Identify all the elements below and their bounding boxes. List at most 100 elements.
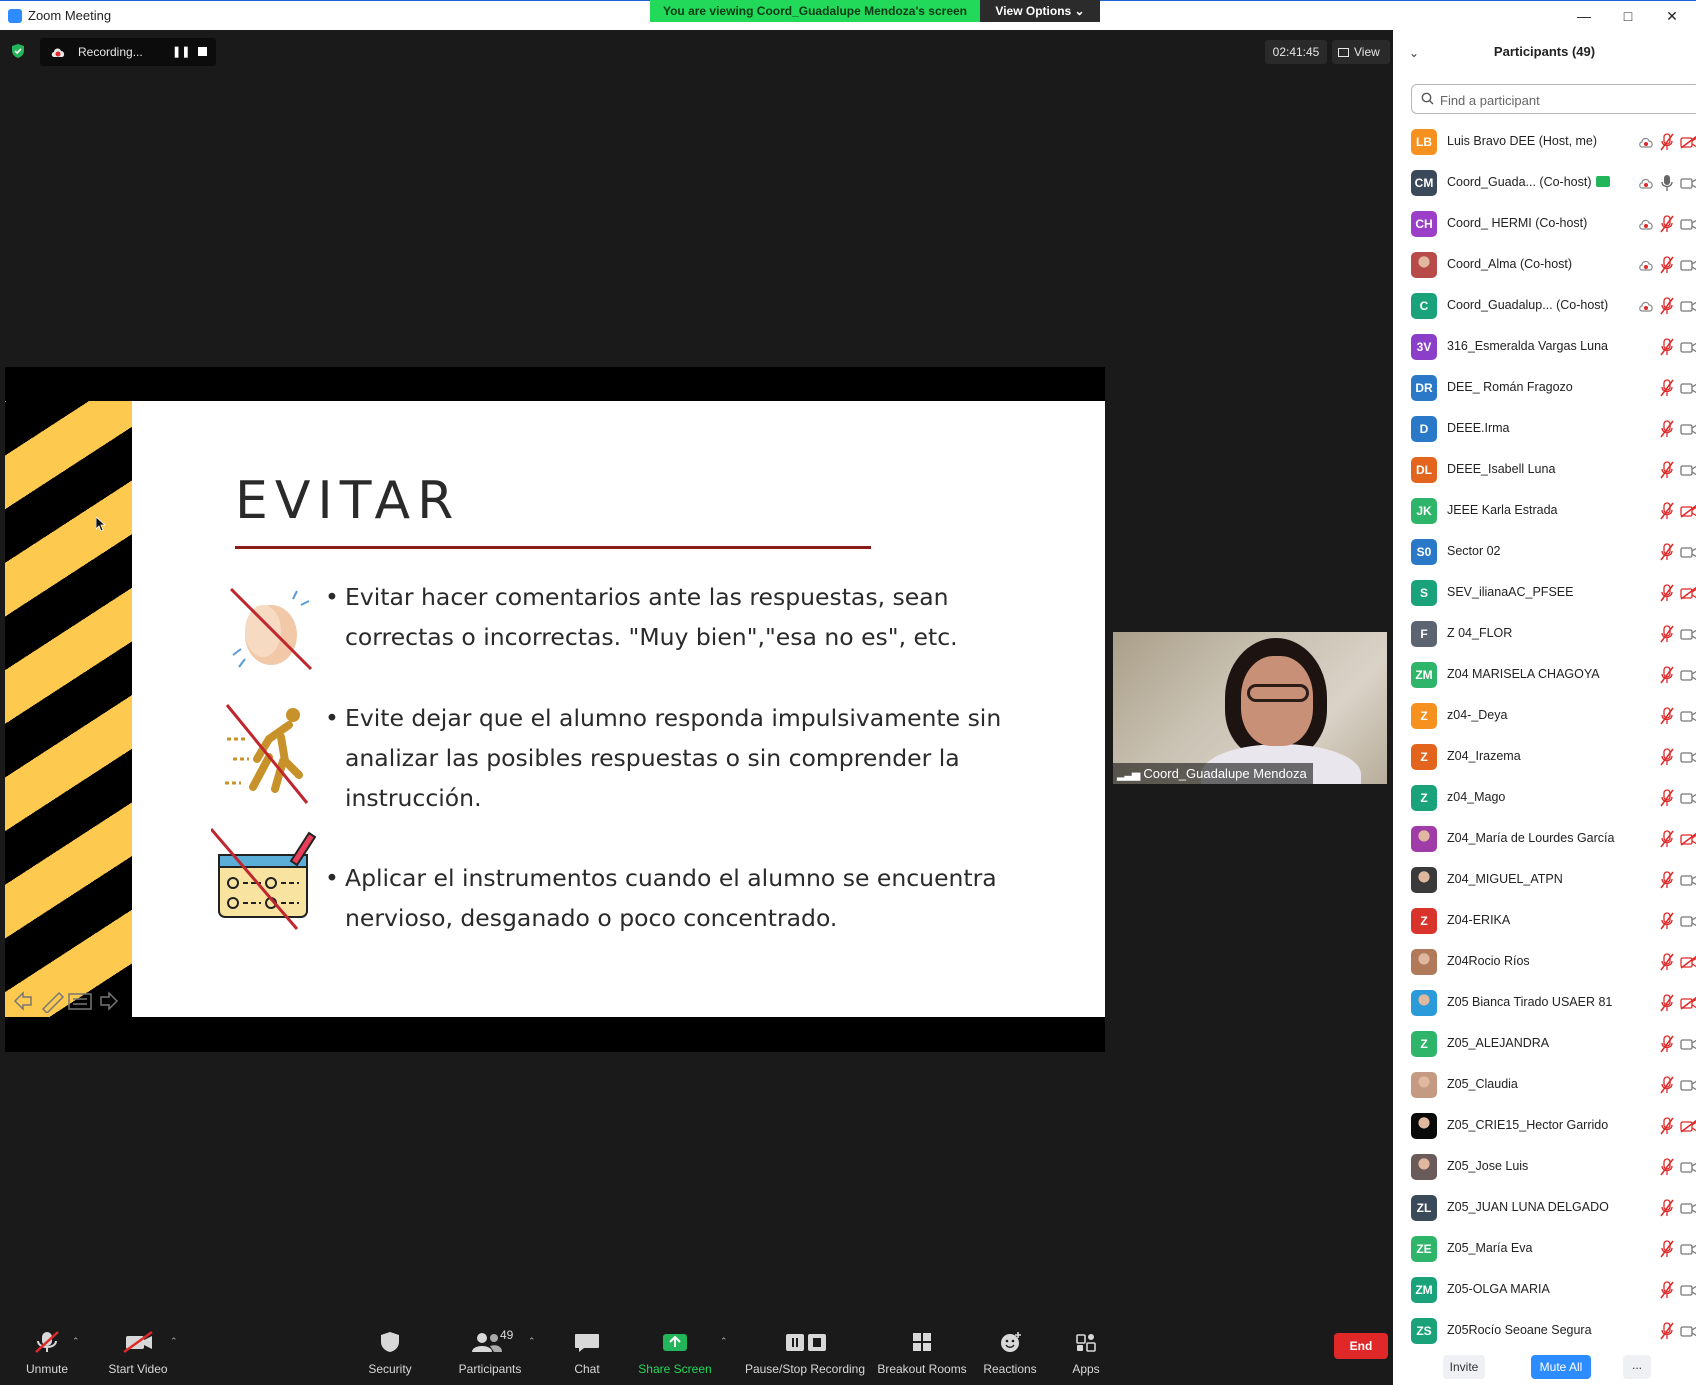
unmute-button[interactable]: Unmute (14, 1320, 80, 1385)
participant-row[interactable]: F Z 04_FLOR (1393, 614, 1696, 655)
video-icon[interactable] (1680, 258, 1696, 272)
participant-row[interactable]: Zz04-_Deya (1393, 696, 1696, 737)
video-icon[interactable] (1680, 1201, 1696, 1215)
participant-row[interactable]: Z05_Jose Luis (1393, 1147, 1696, 1188)
close-icon[interactable]: ✕ (1650, 3, 1694, 29)
muted-mic-icon[interactable] (1660, 666, 1674, 684)
video-icon[interactable] (1680, 299, 1696, 313)
mic-icon[interactable] (1660, 174, 1674, 192)
muted-mic-icon[interactable] (1660, 1199, 1674, 1217)
audio-options-caret[interactable]: ⌃ (72, 1336, 80, 1347)
muted-mic-icon[interactable] (1660, 338, 1674, 356)
participant-row[interactable]: Z04Rocio Ríos (1393, 942, 1696, 983)
muted-mic-icon[interactable] (1660, 912, 1674, 930)
participant-row[interactable]: Z05_Claudia (1393, 1065, 1696, 1106)
participant-row[interactable]: S0 Sector 02 (1393, 532, 1696, 573)
breakout-rooms-button[interactable]: Breakout Rooms (872, 1320, 972, 1385)
muted-mic-icon[interactable] (1660, 1322, 1674, 1340)
participant-row[interactable]: Zz04_Mago (1393, 778, 1696, 819)
video-icon[interactable] (1680, 340, 1696, 354)
video-icon[interactable] (1680, 627, 1696, 641)
pause-stop-recording-button[interactable]: Pause/Stop Recording (740, 1320, 870, 1385)
participant-row[interactable]: CM Coord_Guada... (Co-host) (1393, 163, 1696, 204)
encryption-shield-icon[interactable] (10, 43, 26, 59)
share-options-caret[interactable]: ⌃ (720, 1336, 728, 1347)
muted-mic-icon[interactable] (1660, 297, 1674, 315)
participant-row[interactable]: ZL Z05_JUAN LUNA DELGADO (1393, 1188, 1696, 1229)
muted-mic-icon[interactable] (1660, 1035, 1674, 1053)
participant-row[interactable]: Z Z04_Irazema (1393, 737, 1696, 778)
video-icon[interactable] (1680, 914, 1696, 928)
muted-mic-icon[interactable] (1660, 420, 1674, 438)
muted-mic-icon[interactable] (1660, 584, 1674, 602)
muted-mic-icon[interactable] (1660, 1281, 1674, 1299)
security-button[interactable]: Security (350, 1320, 430, 1385)
maximize-icon[interactable]: □ (1606, 3, 1650, 29)
participant-row[interactable]: Z05 Bianca Tirado USAER 81 (1393, 983, 1696, 1024)
participant-row[interactable]: Z04_María de Lourdes García (1393, 819, 1696, 860)
video-icon[interactable] (1680, 1324, 1696, 1338)
video-icon[interactable] (1680, 422, 1696, 436)
muted-mic-icon[interactable] (1660, 379, 1674, 397)
minimize-icon[interactable]: — (1562, 3, 1606, 29)
video-icon[interactable] (1680, 545, 1696, 559)
muted-mic-icon[interactable] (1660, 133, 1674, 151)
video-icon[interactable] (1680, 463, 1696, 477)
participant-row[interactable]: 3V 316_Esmeralda Vargas Luna (1393, 327, 1696, 368)
chat-button[interactable]: Chat (552, 1320, 622, 1385)
video-off-icon[interactable] (1680, 955, 1696, 969)
video-icon[interactable] (1680, 381, 1696, 395)
video-off-icon[interactable] (1680, 996, 1696, 1010)
video-off-icon[interactable] (1680, 135, 1696, 149)
participant-row[interactable]: JK JEEE Karla Estrada (1393, 491, 1696, 532)
muted-mic-icon[interactable] (1660, 1158, 1674, 1176)
muted-mic-icon[interactable] (1660, 543, 1674, 561)
video-off-icon[interactable] (1680, 1119, 1696, 1133)
video-icon[interactable] (1680, 668, 1696, 682)
participants-button[interactable]: 49 Participants (440, 1320, 540, 1385)
video-icon[interactable] (1680, 1160, 1696, 1174)
invite-button[interactable]: Invite (1443, 1355, 1485, 1379)
muted-mic-icon[interactable] (1660, 256, 1674, 274)
reactions-button[interactable]: Reactions (970, 1320, 1050, 1385)
participant-row[interactable]: Z05_CRIE15_Hector Garrido (1393, 1106, 1696, 1147)
muted-mic-icon[interactable] (1660, 953, 1674, 971)
video-icon[interactable] (1680, 873, 1696, 887)
share-screen-button[interactable]: Share Screen (630, 1320, 720, 1385)
muted-mic-icon[interactable] (1660, 215, 1674, 233)
video-icon[interactable] (1680, 176, 1696, 190)
participant-row[interactable]: DR DEE_ Román Fragozo (1393, 368, 1696, 409)
participant-row[interactable]: D DEEE.Irma (1393, 409, 1696, 450)
participant-row[interactable]: DL DEEE_Isabell Luna (1393, 450, 1696, 491)
video-icon[interactable] (1680, 1283, 1696, 1297)
start-video-button[interactable]: Start Video (98, 1320, 178, 1385)
participant-row[interactable]: LB Luis Bravo DEE (Host, me) (1393, 122, 1696, 163)
muted-mic-icon[interactable] (1660, 625, 1674, 643)
video-icon[interactable] (1680, 1242, 1696, 1256)
muted-mic-icon[interactable] (1660, 502, 1674, 520)
participant-row[interactable]: Z Z05_ALEJANDRA (1393, 1024, 1696, 1065)
video-icon[interactable] (1680, 1078, 1696, 1092)
participant-row[interactable]: Coord_Alma (Co-host) (1393, 245, 1696, 286)
muted-mic-icon[interactable] (1660, 748, 1674, 766)
video-icon[interactable] (1680, 217, 1696, 231)
participant-search[interactable] (1411, 84, 1696, 114)
video-off-icon[interactable] (1680, 504, 1696, 518)
participant-row[interactable]: ZE Z05_María Eva (1393, 1229, 1696, 1270)
video-off-icon[interactable] (1680, 832, 1696, 846)
search-input[interactable] (1440, 90, 1690, 110)
video-options-caret[interactable]: ⌃ (170, 1336, 178, 1347)
participant-row[interactable]: Z04_MIGUEL_ATPN (1393, 860, 1696, 901)
muted-mic-icon[interactable] (1660, 461, 1674, 479)
pause-recording-icon[interactable]: ❚❚ (172, 45, 190, 58)
video-off-icon[interactable] (1680, 586, 1696, 600)
view-button[interactable]: View (1332, 40, 1390, 64)
participant-row[interactable]: C Coord_Guadalup... (Co-host) (1393, 286, 1696, 327)
video-icon[interactable] (1680, 709, 1696, 723)
view-options-button[interactable]: View Options ⌄ (980, 0, 1100, 22)
video-icon[interactable] (1680, 791, 1696, 805)
muted-mic-icon[interactable] (1660, 1117, 1674, 1135)
muted-mic-icon[interactable] (1660, 1240, 1674, 1258)
slideshow-controls[interactable] (11, 989, 121, 1013)
mute-all-button[interactable]: Mute All (1531, 1355, 1591, 1379)
